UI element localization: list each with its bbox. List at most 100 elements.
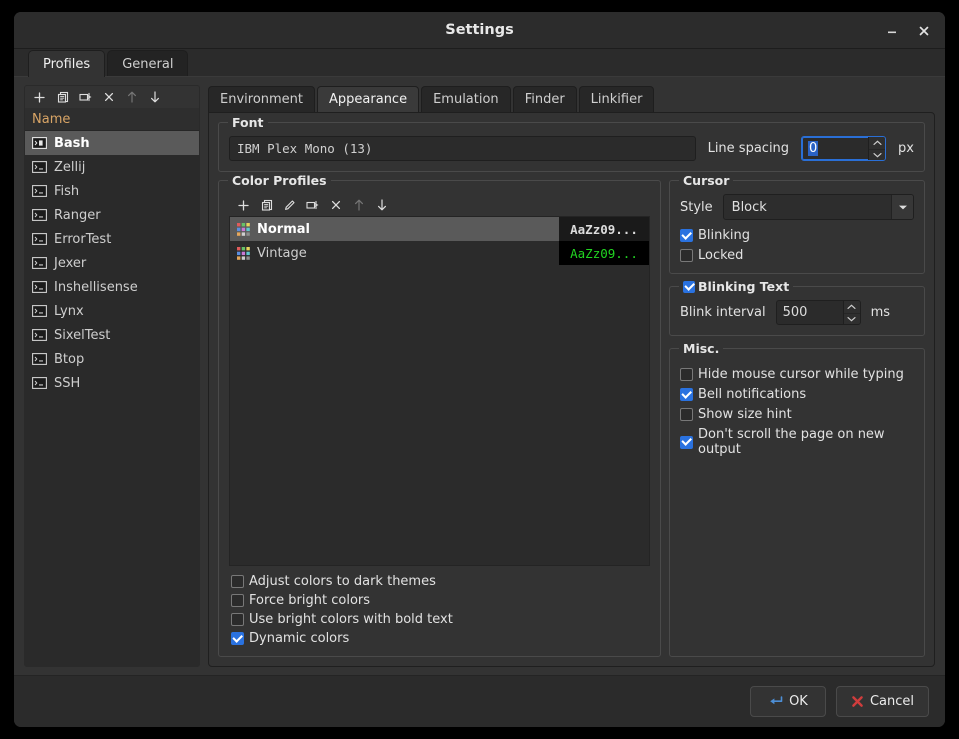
list-item[interactable]: Bash bbox=[25, 131, 199, 155]
checkbox-box[interactable] bbox=[680, 249, 693, 262]
duplicate-profile-button[interactable] bbox=[52, 87, 73, 107]
terminal-icon bbox=[32, 209, 47, 221]
enter-arrow-icon bbox=[770, 696, 783, 705]
delete-color-profile-button[interactable] bbox=[325, 195, 346, 215]
list-item[interactable]: SSH bbox=[25, 371, 199, 395]
rename-profile-button[interactable] bbox=[75, 87, 96, 107]
checkbox-box[interactable] bbox=[680, 435, 693, 449]
terminal-icon bbox=[32, 305, 47, 317]
blink-interval-decrement-button[interactable] bbox=[843, 312, 860, 325]
force-bright-colors-checkbox[interactable]: Force bright colors bbox=[231, 593, 648, 608]
line-spacing-increment-button[interactable] bbox=[869, 137, 885, 149]
move-profile-down-button[interactable] bbox=[144, 87, 165, 107]
table-row[interactable]: Vintage AaZz09... bbox=[230, 241, 649, 265]
list-item-label: Ranger bbox=[54, 207, 101, 223]
cursor-locked-checkbox[interactable]: Locked bbox=[680, 248, 914, 263]
tab-emulation-label: Emulation bbox=[433, 92, 499, 107]
list-item[interactable]: ErrorTest bbox=[25, 227, 199, 251]
tab-environment[interactable]: Environment bbox=[208, 86, 316, 112]
line-spacing-stepper[interactable]: 0 bbox=[801, 136, 887, 161]
blink-interval-stepper[interactable]: 500 bbox=[775, 300, 861, 325]
bright-colors-bold-text-checkbox[interactable]: Use bright colors with bold text bbox=[231, 612, 648, 627]
color-profile-preview: AaZz09... bbox=[559, 217, 649, 241]
list-item-label: Btop bbox=[54, 351, 85, 367]
list-item[interactable]: Jexer bbox=[25, 251, 199, 275]
checkbox-box[interactable] bbox=[231, 632, 244, 645]
tab-emulation[interactable]: Emulation bbox=[421, 86, 511, 112]
checkbox-box[interactable] bbox=[680, 408, 693, 421]
duplicate-color-profile-button[interactable] bbox=[256, 195, 277, 215]
checkbox-label: Blinking bbox=[698, 228, 751, 243]
cursor-style-select[interactable]: Block bbox=[722, 194, 914, 220]
checkbox-label: Dynamic colors bbox=[249, 631, 350, 646]
font-row: IBM Plex Mono (13) Line spacing 0 px bbox=[229, 136, 914, 161]
font-input[interactable]: IBM Plex Mono (13) bbox=[229, 136, 696, 161]
dont-scroll-new-output-checkbox[interactable]: Don't scroll the page on new output bbox=[680, 427, 914, 457]
pencil-icon bbox=[284, 200, 295, 210]
checkbox-box[interactable] bbox=[680, 229, 693, 242]
tab-profiles[interactable]: Profiles bbox=[28, 50, 106, 77]
move-color-profile-up-button[interactable] bbox=[348, 195, 369, 215]
color-profiles-list[interactable]: Normal AaZz09... Vintage AaZz09... bbox=[229, 216, 650, 566]
adjust-colors-dark-themes-checkbox[interactable]: Adjust colors to dark themes bbox=[231, 574, 648, 589]
profile-settings-panel: Environment Appearance Emulation Finder … bbox=[208, 85, 935, 675]
list-item[interactable]: Zellij bbox=[25, 155, 199, 179]
cursor-blinking-checkbox[interactable]: Blinking bbox=[680, 228, 914, 243]
rename-color-profile-button[interactable] bbox=[302, 195, 323, 215]
tab-general[interactable]: General bbox=[107, 50, 189, 77]
cancel-button[interactable]: Cancel bbox=[835, 686, 929, 717]
color-profile-preview: AaZz09... bbox=[559, 241, 649, 265]
misc-group: Misc. Hide mouse cursor while typing Bel… bbox=[669, 341, 925, 657]
list-item[interactable]: Btop bbox=[25, 347, 199, 371]
terminal-icon bbox=[32, 233, 47, 245]
list-item-label: Fish bbox=[54, 183, 80, 199]
edit-color-profile-button[interactable] bbox=[279, 195, 300, 215]
checkbox-box[interactable] bbox=[231, 575, 244, 588]
list-item[interactable]: Lynx bbox=[25, 299, 199, 323]
checkbox-box[interactable] bbox=[680, 388, 693, 401]
list-item[interactable]: Inshellisense bbox=[25, 275, 199, 299]
misc-group-title: Misc. bbox=[679, 341, 724, 356]
list-item[interactable]: Fish bbox=[25, 179, 199, 203]
font-group-title: Font bbox=[228, 115, 268, 130]
tab-appearance[interactable]: Appearance bbox=[317, 86, 420, 112]
list-item[interactable]: Ranger bbox=[25, 203, 199, 227]
list-item-label: ErrorTest bbox=[54, 231, 112, 247]
hide-mouse-cursor-checkbox[interactable]: Hide mouse cursor while typing bbox=[680, 367, 914, 382]
checkbox-label: Don't scroll the page on new output bbox=[698, 427, 885, 457]
blinking-text-group-checkbox[interactable] bbox=[683, 280, 695, 293]
bell-notifications-checkbox[interactable]: Bell notifications bbox=[680, 387, 914, 402]
checkbox-box[interactable] bbox=[231, 613, 244, 626]
blink-interval-input[interactable]: 500 bbox=[777, 301, 843, 324]
show-size-hint-checkbox[interactable]: Show size hint bbox=[680, 407, 914, 422]
profiles-panel: Name Bash Zellij Fish Ranger ErrorTest J… bbox=[24, 85, 200, 667]
cursor-group: Cursor Style Block Blinking Locked bbox=[669, 173, 925, 274]
delete-profile-button[interactable] bbox=[98, 87, 119, 107]
line-spacing-input[interactable]: 0 bbox=[802, 137, 868, 160]
terminal-icon bbox=[32, 329, 47, 341]
checkbox-box[interactable] bbox=[231, 594, 244, 607]
list-item[interactable]: SixelTest bbox=[25, 323, 199, 347]
window-controls bbox=[877, 12, 939, 49]
blink-interval-increment-button[interactable] bbox=[844, 301, 860, 313]
tab-linkifier[interactable]: Linkifier bbox=[578, 86, 655, 112]
move-color-profile-down-button[interactable] bbox=[371, 195, 392, 215]
line-spacing-value: 0 bbox=[808, 141, 819, 156]
move-profile-up-button[interactable] bbox=[121, 87, 142, 107]
minimize-button[interactable] bbox=[877, 17, 907, 45]
tab-finder[interactable]: Finder bbox=[512, 86, 577, 112]
title-bar: Settings bbox=[14, 12, 945, 49]
dynamic-colors-checkbox[interactable]: Dynamic colors bbox=[231, 631, 648, 646]
checkbox-box[interactable] bbox=[680, 368, 693, 381]
font-input-value: IBM Plex Mono (13) bbox=[237, 141, 373, 156]
table-row[interactable]: Normal AaZz09... bbox=[230, 217, 649, 241]
add-color-profile-button[interactable] bbox=[233, 195, 254, 215]
add-profile-button[interactable] bbox=[29, 87, 50, 107]
checkbox-label: Adjust colors to dark themes bbox=[249, 574, 436, 589]
ok-button[interactable]: OK bbox=[749, 686, 826, 717]
profiles-list[interactable]: Bash Zellij Fish Ranger ErrorTest Jexer … bbox=[25, 130, 199, 666]
close-button[interactable] bbox=[909, 17, 939, 45]
line-spacing-decrement-button[interactable] bbox=[869, 148, 886, 161]
terminal-icon bbox=[32, 353, 47, 365]
chevron-down-icon[interactable] bbox=[891, 195, 913, 219]
